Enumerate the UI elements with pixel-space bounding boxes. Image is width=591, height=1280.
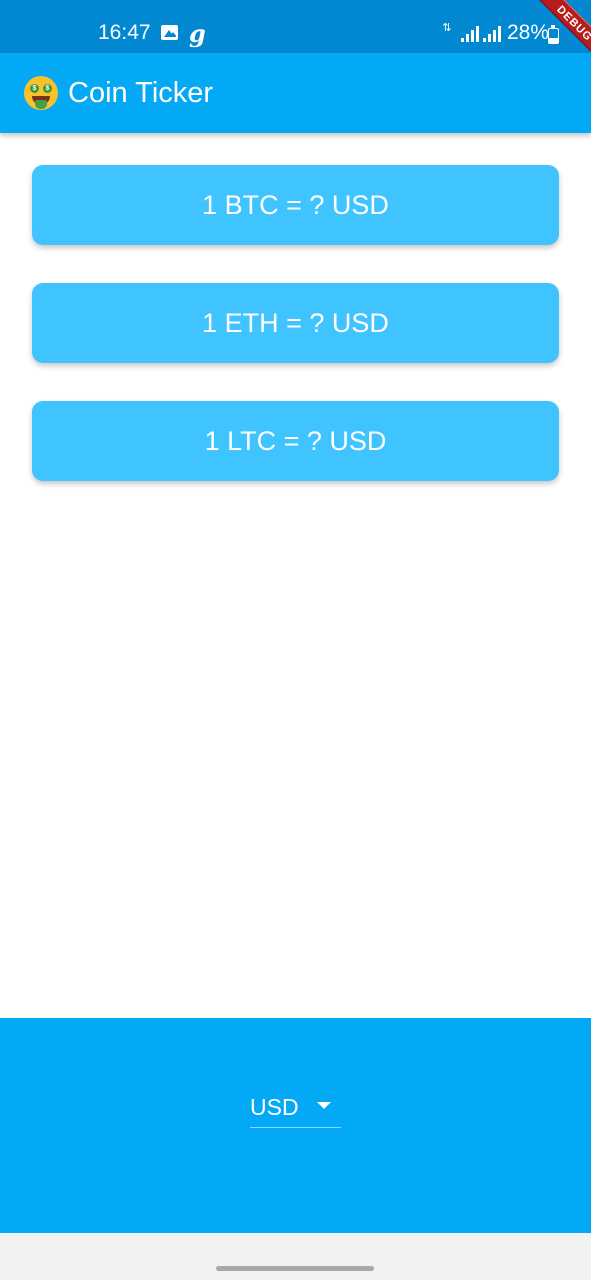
signal-icon: [483, 26, 503, 42]
currency-picker-panel: USD: [0, 1018, 591, 1233]
signal-icon: [461, 26, 481, 42]
battery-percent: 28%: [507, 21, 550, 44]
currency-selected-value: USD: [250, 1094, 299, 1120]
app-bar: $ $ Coin Ticker: [0, 53, 591, 133]
money-mouth-face-icon: $ $: [24, 76, 58, 110]
coin-card-list: 1 BTC = ? USD 1 ETH = ? USD 1 LTC = ? US…: [32, 165, 559, 519]
data-transfer-icon: ⇅: [442, 22, 452, 34]
status-time: 16:47: [98, 21, 151, 44]
g-app-icon: g: [189, 19, 206, 48]
navigation-bar: [0, 1233, 591, 1280]
battery-icon: [548, 25, 559, 44]
status-bar: 16:47 g ⇅ 28% DEBUG: [0, 0, 591, 53]
currency-dropdown[interactable]: USD: [250, 1090, 341, 1128]
coin-card-eth: 1 ETH = ? USD: [32, 283, 559, 363]
coin-card-ltc: 1 LTC = ? USD: [32, 401, 559, 481]
home-gesture-handle[interactable]: [216, 1266, 374, 1271]
coin-card-btc: 1 BTC = ? USD: [32, 165, 559, 245]
gallery-icon: [161, 25, 178, 40]
page-title: Coin Ticker: [68, 76, 214, 109]
dropdown-arrow-icon: [317, 1102, 331, 1109]
